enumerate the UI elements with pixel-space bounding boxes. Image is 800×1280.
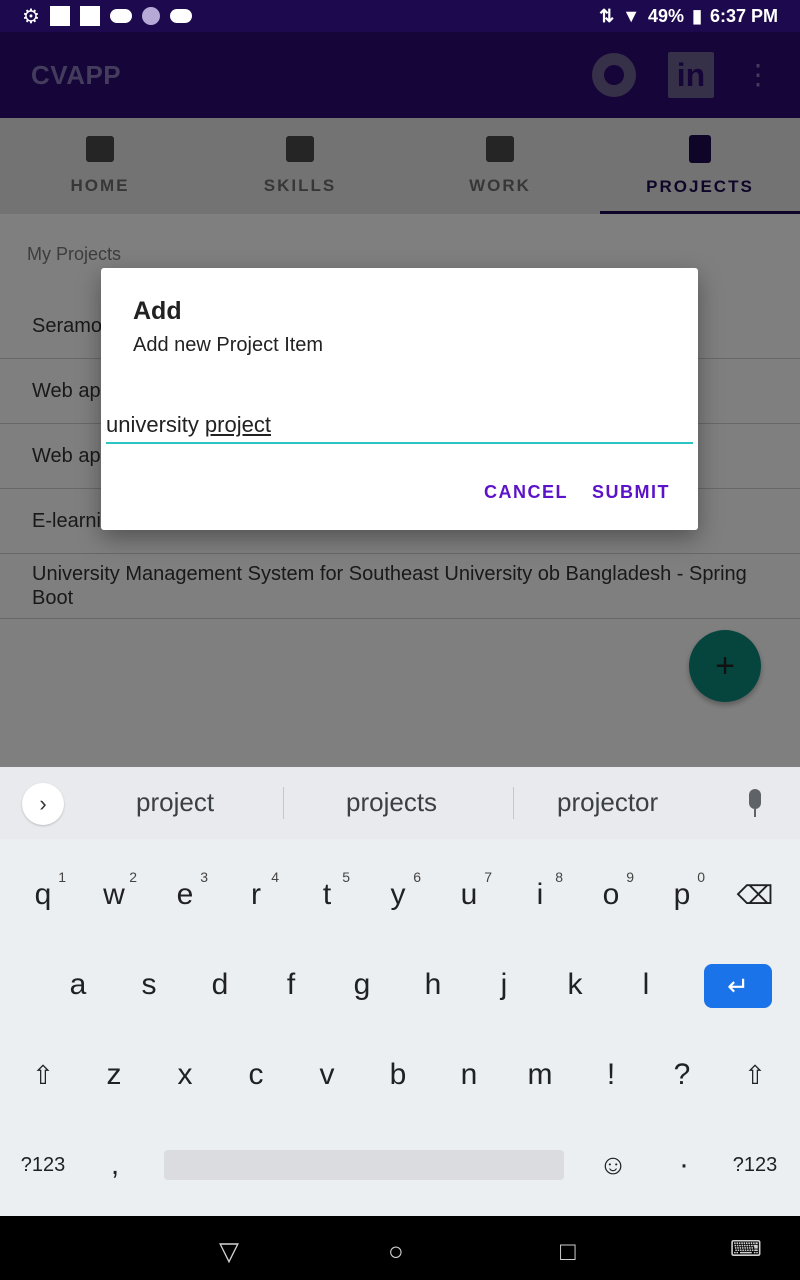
suggestion-strip: › project projects projector xyxy=(0,767,800,839)
notification-icon xyxy=(79,6,100,26)
key-j[interactable]: j xyxy=(469,945,539,1025)
battery-percent: 49% xyxy=(648,5,685,26)
add-project-dialog: Add Add new Project Item university proj… xyxy=(101,268,698,530)
key-l[interactable]: l xyxy=(611,945,681,1025)
keyboard-icon[interactable]: ⌨ xyxy=(730,1236,762,1262)
key-z[interactable]: z xyxy=(79,1035,149,1115)
settings-icon: ⚙ xyxy=(22,5,40,28)
enter-icon: ↵ xyxy=(727,970,749,1001)
key-m[interactable]: m xyxy=(505,1035,575,1115)
divider xyxy=(513,787,514,819)
status-bar: ⚙ ⇅ ▼ 49% ▮ 6:37 PM xyxy=(0,0,800,32)
composing-text: project xyxy=(204,412,271,437)
cloud-icon xyxy=(169,9,192,23)
suggestion[interactable]: project xyxy=(136,787,214,818)
wifi-icon: ▼ xyxy=(622,5,641,26)
back-icon[interactable]: ▽ xyxy=(219,1236,239,1267)
key-v[interactable]: v xyxy=(292,1035,362,1115)
key-a[interactable]: a xyxy=(43,945,113,1025)
symbols-key[interactable]: ?123 xyxy=(720,1125,790,1205)
battery-icon: ▮ xyxy=(692,5,702,26)
key-c[interactable]: c xyxy=(221,1035,291,1115)
key-n[interactable]: n xyxy=(434,1035,504,1115)
submit-button[interactable]: SUBMIT xyxy=(592,482,670,503)
cancel-button[interactable]: CANCEL xyxy=(484,482,568,503)
input-text: university xyxy=(106,412,199,437)
key-b[interactable]: b xyxy=(363,1035,433,1115)
dialog-title: Add xyxy=(133,297,182,325)
dialog-message: Add new Project Item xyxy=(133,334,324,356)
key-i[interactable]: i8 xyxy=(505,855,575,935)
key-r[interactable]: r4 xyxy=(221,855,291,935)
key-u[interactable]: u7 xyxy=(434,855,504,935)
microphone-icon[interactable] xyxy=(744,789,766,819)
period-key[interactable]: · xyxy=(649,1125,719,1205)
key-f[interactable]: f xyxy=(256,945,326,1025)
notification-icon xyxy=(49,6,70,26)
key-g[interactable]: g xyxy=(327,945,397,1025)
shift-icon[interactable]: ⇧ xyxy=(720,1035,790,1115)
key-x[interactable]: x xyxy=(150,1035,220,1115)
recents-icon[interactable]: □ xyxy=(560,1236,576,1267)
emoji-icon[interactable]: ☺ xyxy=(578,1125,648,1205)
key-q[interactable]: q1 xyxy=(8,855,78,935)
chevron-right-icon: › xyxy=(39,791,47,816)
symbols-key[interactable]: ?123 xyxy=(8,1125,78,1205)
soft-keyboard: › project projects projector q1 w2 e3 r4… xyxy=(0,767,800,1216)
key-exclamation[interactable]: ! xyxy=(576,1035,646,1115)
clock: 6:37 PM xyxy=(709,5,778,26)
key-w[interactable]: w2 xyxy=(79,855,149,935)
key-p[interactable]: p0 xyxy=(647,855,717,935)
divider xyxy=(283,787,284,819)
key-o[interactable]: o9 xyxy=(576,855,646,935)
shift-icon[interactable]: ⇧ xyxy=(8,1035,78,1115)
data-arrows-icon: ⇅ xyxy=(599,5,615,26)
key-k[interactable]: k xyxy=(540,945,610,1025)
key-question[interactable]: ? xyxy=(647,1035,717,1115)
expand-toolbar-button[interactable]: › xyxy=(22,783,64,825)
system-status: ⇅ ▼ 49% ▮ 6:37 PM xyxy=(599,6,778,27)
space-bar[interactable] xyxy=(164,1150,564,1180)
comma-key[interactable]: , xyxy=(80,1125,150,1205)
key-s[interactable]: s xyxy=(114,945,184,1025)
key-d[interactable]: d xyxy=(185,945,255,1025)
key-t[interactable]: t5 xyxy=(292,855,362,935)
key-e[interactable]: e3 xyxy=(150,855,220,935)
dialog-actions: CANCEL SUBMIT xyxy=(484,482,670,503)
home-button-icon[interactable]: ○ xyxy=(388,1236,404,1267)
app-notification-icon xyxy=(141,7,160,25)
project-name-input[interactable]: university project xyxy=(106,408,693,444)
suggestion[interactable]: projector xyxy=(557,787,658,818)
suggestion[interactable]: projects xyxy=(346,787,437,818)
notification-icons: ⚙ xyxy=(22,4,192,29)
key-h[interactable]: h xyxy=(398,945,468,1025)
navigation-bar: ▽ ○ □ ⌨ xyxy=(0,1216,800,1280)
backspace-icon[interactable]: ⌫ xyxy=(720,855,790,935)
enter-key[interactable]: ↵ xyxy=(704,964,772,1008)
key-y[interactable]: y6 xyxy=(363,855,433,935)
weather-icon xyxy=(109,9,132,23)
